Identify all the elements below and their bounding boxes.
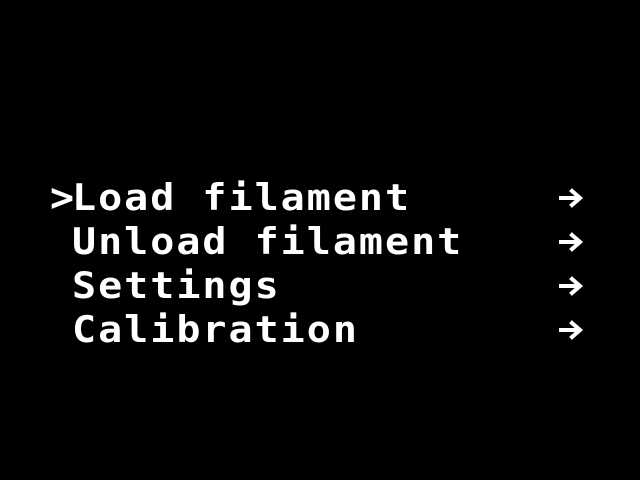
menu-item-label: Load filament [72,176,412,220]
main-menu: > Load filament Unload filament Settings [50,176,610,352]
menu-item-calibration[interactable]: Calibration [50,308,610,352]
menu-item-load-filament[interactable]: > Load filament [50,176,610,220]
arrow-right-icon [558,220,586,264]
menu-item-label: Unload filament [72,220,464,264]
arrow-right-icon [558,308,586,352]
arrow-right-icon [558,176,586,220]
menu-item-settings[interactable]: Settings [50,264,610,308]
arrow-right-icon [558,264,586,308]
menu-item-label: Settings [72,264,281,308]
selection-cursor: > [50,175,77,221]
menu-item-unload-filament[interactable]: Unload filament [50,220,610,264]
lcd-screen: > Load filament Unload filament Settings [0,0,640,480]
menu-item-label: Calibration [72,308,359,352]
